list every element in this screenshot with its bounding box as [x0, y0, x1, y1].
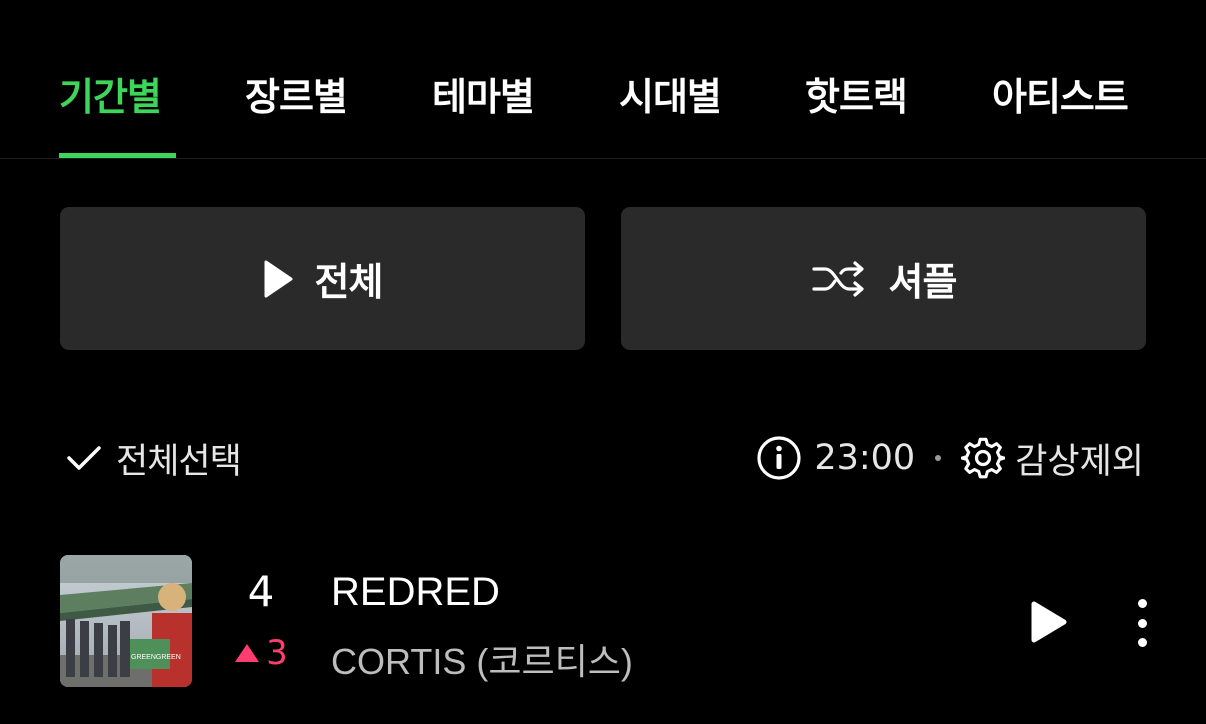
rank-change-value: 3	[266, 633, 288, 673]
active-tab-indicator	[59, 153, 176, 158]
separator-dot	[935, 455, 942, 461]
tab-artist[interactable]: 아티스트	[992, 66, 1129, 121]
shuffle-label: 셔플	[888, 260, 958, 304]
tab-period[interactable]: 기간별	[59, 66, 162, 121]
gear-icon	[961, 437, 1006, 479]
album-cover-image: GREENGREEN	[60, 555, 192, 687]
shuffle-button[interactable]: 셔플	[621, 207, 1146, 350]
tab-genre[interactable]: 장르별	[245, 66, 348, 121]
select-all-label: 전체선택	[116, 441, 242, 482]
more-dot	[1137, 618, 1147, 628]
chart-time: 23:00	[814, 438, 916, 478]
row-play-button[interactable]	[1028, 600, 1068, 644]
rank-up-icon	[235, 644, 260, 662]
info-icon[interactable]	[756, 435, 802, 481]
song-title[interactable]: REDRED	[331, 570, 500, 615]
play-all-button[interactable]: 전체	[60, 207, 585, 350]
play-icon	[1031, 601, 1067, 643]
play-icon	[264, 260, 293, 297]
album-art[interactable]: GREENGREEN	[60, 555, 192, 687]
select-all-toggle[interactable]: 전체선택	[66, 430, 242, 486]
rank-change: 3	[232, 633, 290, 673]
tab-bar: 기간별 장르별 테마별 시대별 핫트랙 아티스트	[0, 0, 1206, 159]
song-rank: 4	[247, 567, 275, 616]
exclude-label: 감상제외	[1015, 441, 1144, 482]
album-art-text: GREENGREEN	[131, 654, 181, 661]
shuffle-icon	[811, 260, 864, 297]
tab-theme[interactable]: 테마별	[432, 66, 535, 121]
song-artist[interactable]: CORTIS (코르티스)	[331, 633, 633, 685]
more-options-button[interactable]	[1132, 599, 1152, 647]
tab-hottrack[interactable]: 핫트랙	[805, 66, 908, 121]
tab-era[interactable]: 시대별	[619, 66, 722, 121]
song-row[interactable]: GREENGREEN 4 3 REDRED CORTIS (코르티스)	[0, 555, 1206, 689]
list-toolbar: 전체선택 23:00 감상제외	[0, 430, 1206, 486]
more-dot	[1137, 599, 1147, 608]
more-dot	[1137, 638, 1147, 647]
exclude-settings-button[interactable]: 감상제외	[961, 433, 1144, 484]
play-all-label: 전체	[314, 260, 384, 304]
toolbar-right: 23:00 감상제외	[756, 430, 1144, 486]
check-icon	[67, 446, 101, 470]
